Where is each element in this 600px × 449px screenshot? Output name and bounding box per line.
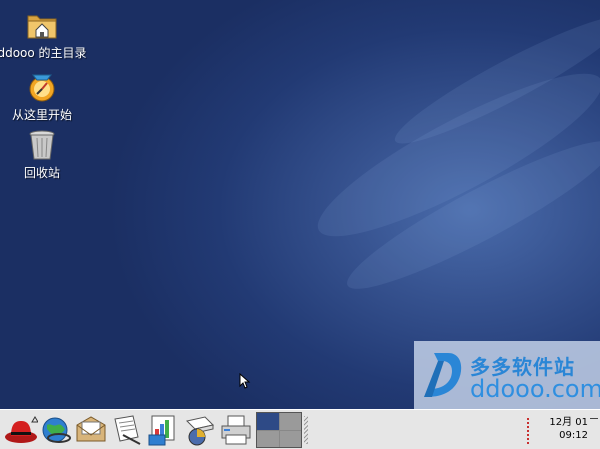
home-folder-icon [27,15,57,39]
panel-drag-handle[interactable] [304,416,308,444]
desktop-background: ddooo 的主目录 从这里开始 回收站 多多软件站 ddooo.com [0,0,600,409]
clock-time: 09:12 [559,430,588,441]
workspace-2[interactable] [279,413,301,430]
email-icon[interactable] [74,413,108,447]
mouse-pointer-icon [239,373,251,389]
desktop-icon-label: 回收站 [23,166,60,180]
watermark-url: ddooo.com [470,375,600,403]
presentation-icon[interactable] [146,413,180,447]
desktop-icon-start-here[interactable]: 从这里开始 [0,70,87,123]
workspace-4[interactable] [279,430,301,447]
desktop-icon-label: ddooo 的主目录 [0,46,87,60]
trash-icon [29,130,55,160]
desktop-icon-label: 从这里开始 [11,108,72,122]
panel-drag-handle[interactable] [527,418,529,444]
workspace-1[interactable] [257,413,279,430]
text-document-icon[interactable] [109,413,143,447]
bottom-panel: 12月 01 09:12 [0,409,600,449]
workspace-switcher[interactable] [256,412,302,448]
printer-icon[interactable] [219,413,253,447]
watermark-logo: 多多软件站 ddooo.com [414,341,600,409]
spreadsheet-icon[interactable] [183,413,217,447]
watermark-d-logo-icon [424,353,462,397]
panel-hide-arrow-icon[interactable] [590,418,598,419]
web-browser-icon[interactable] [39,413,73,447]
redhat-menu-icon[interactable] [4,413,38,447]
start-here-icon [29,74,55,102]
desktop-icon-home[interactable]: ddooo 的主目录 [0,8,87,61]
workspace-3[interactable] [257,430,279,447]
desktop-icon-trash[interactable]: 回收站 [0,128,87,181]
panel-clock[interactable]: 12月 01 09:12 [532,416,588,442]
clock-date: 12月 01 [549,417,588,428]
